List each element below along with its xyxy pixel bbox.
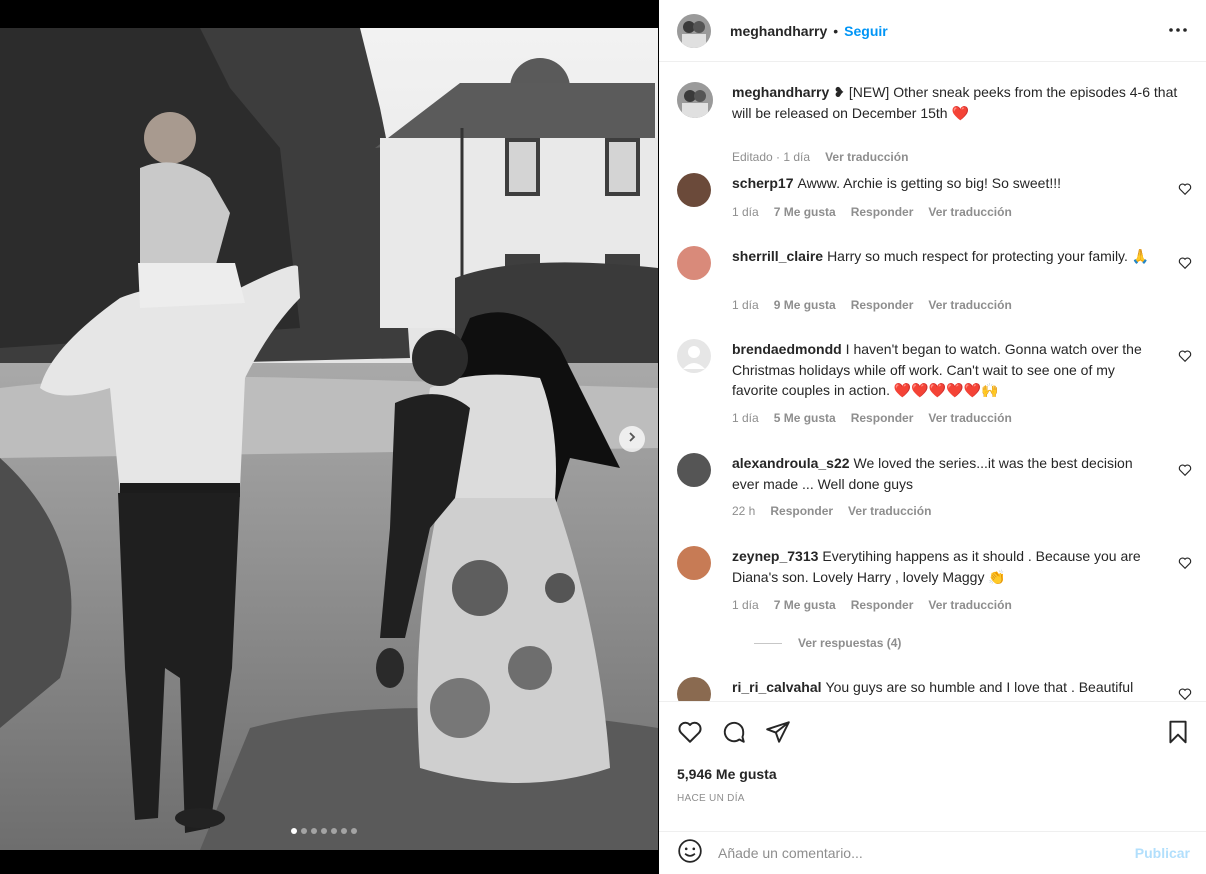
comment-username[interactable]: zeynep_7313	[732, 548, 818, 564]
commenter-avatar[interactable]	[677, 453, 711, 487]
comment-time: 1 día	[732, 598, 759, 612]
caption-avatar[interactable]	[677, 82, 713, 118]
translate-link[interactable]: Ver traducción	[928, 411, 1011, 425]
comment-time: 22 h	[732, 504, 756, 518]
comments-list[interactable]: meghandharry ❥ [NEW] Other sneak peeks fr…	[659, 63, 1206, 701]
post-photo[interactable]	[0, 28, 658, 850]
comment-username[interactable]: alexandroula_s22	[732, 455, 850, 471]
translate-link[interactable]: Ver traducción	[928, 598, 1011, 612]
comment-likes[interactable]: 5 Me gusta	[774, 411, 836, 425]
comment-username[interactable]: ri_ri_calvahal	[732, 679, 822, 695]
bookmark-icon[interactable]	[1165, 719, 1191, 750]
reply-button[interactable]: Responder	[851, 411, 914, 425]
carousel-dot	[321, 828, 327, 834]
comment-username[interactable]: sherrill_claire	[732, 248, 823, 264]
view-replies-label: Ver respuestas (4)	[798, 636, 902, 650]
family-photo-image	[0, 28, 658, 850]
comment-text: Harry so much respect for protecting you…	[827, 248, 1150, 264]
emoji-icon[interactable]	[677, 838, 703, 869]
author-avatar[interactable]	[677, 13, 711, 48]
comment-time: 1 día	[732, 411, 759, 425]
caption-username[interactable]: meghandharry	[732, 84, 829, 100]
carousel-dot	[351, 828, 357, 834]
carousel-dot	[311, 828, 317, 834]
follow-button[interactable]: Seguir	[844, 23, 888, 39]
next-slide-button[interactable]	[619, 426, 645, 452]
post-side-panel: meghandharry • Seguir meghandharry ❥ [NEW…	[659, 0, 1206, 874]
carousel-dot	[301, 828, 307, 834]
like-comment-heart-icon[interactable]	[1178, 256, 1192, 275]
comment-icon[interactable]	[721, 719, 747, 750]
chevron-right-icon	[626, 430, 638, 448]
commenter-avatar[interactable]	[677, 173, 711, 207]
like-comment-heart-icon[interactable]	[1178, 687, 1192, 701]
post-timestamp: HACE UN DÍA	[677, 793, 745, 804]
carousel-dot	[291, 828, 297, 834]
comment-likes[interactable]: 9 Me gusta	[774, 298, 836, 312]
post-media	[0, 0, 659, 874]
heart-icon[interactable]	[677, 719, 703, 750]
more-options-icon[interactable]	[1168, 20, 1188, 45]
commenter-avatar[interactable]	[677, 339, 711, 373]
comment-time: 1 día	[732, 298, 759, 312]
comment-likes[interactable]: 7 Me gusta	[774, 205, 836, 219]
comment-text: Awww. Archie is getting so big! So sweet…	[797, 175, 1062, 191]
like-comment-heart-icon[interactable]	[1178, 182, 1192, 201]
comment-time: 1 día	[732, 205, 759, 219]
caption-edited: Editado · 1 día	[732, 150, 811, 164]
author-username[interactable]: meghandharry	[730, 23, 827, 39]
comment-text: You guys are so humble and I love that .…	[825, 679, 1134, 695]
post-header: meghandharry • Seguir	[659, 0, 1206, 62]
reply-button[interactable]: Responder	[851, 298, 914, 312]
reply-button[interactable]: Responder	[851, 205, 914, 219]
comment-input[interactable]	[718, 845, 1098, 861]
like-comment-heart-icon[interactable]	[1178, 349, 1192, 368]
post-actions: 5,946 Me gusta HACE UN DÍA	[659, 701, 1206, 831]
like-comment-heart-icon[interactable]	[1178, 556, 1192, 575]
commenter-avatar[interactable]	[677, 546, 711, 580]
replies-divider	[754, 642, 782, 644]
caption-translate-link[interactable]: Ver traducción	[825, 150, 908, 164]
translate-link[interactable]: Ver traducción	[928, 298, 1011, 312]
reply-button[interactable]: Responder	[851, 598, 914, 612]
carousel-indicator	[291, 828, 357, 834]
carousel-dot	[341, 828, 347, 834]
header-separator: •	[833, 22, 839, 39]
comment-likes[interactable]: 7 Me gusta	[774, 598, 836, 612]
send-icon[interactable]	[765, 719, 791, 750]
carousel-dot	[331, 828, 337, 834]
post-caption: meghandharry ❥ [NEW] Other sneak peeks fr…	[677, 82, 1192, 164]
add-comment-bar: Publicar	[659, 831, 1206, 874]
comment-username[interactable]: brendaedmondd	[732, 341, 842, 357]
commenter-avatar[interactable]	[677, 246, 711, 280]
translate-link[interactable]: Ver traducción	[928, 205, 1011, 219]
comment-username[interactable]: scherp17	[732, 175, 793, 191]
commenter-avatar[interactable]	[677, 677, 711, 701]
likes-count[interactable]: 5,946 Me gusta	[677, 766, 777, 782]
like-comment-heart-icon[interactable]	[1178, 463, 1192, 482]
publish-button[interactable]: Publicar	[1135, 845, 1190, 861]
reply-button[interactable]: Responder	[770, 504, 833, 518]
translate-link[interactable]: Ver traducción	[848, 504, 931, 518]
view-replies-button[interactable]: Ver respuestas (4)	[754, 636, 901, 650]
